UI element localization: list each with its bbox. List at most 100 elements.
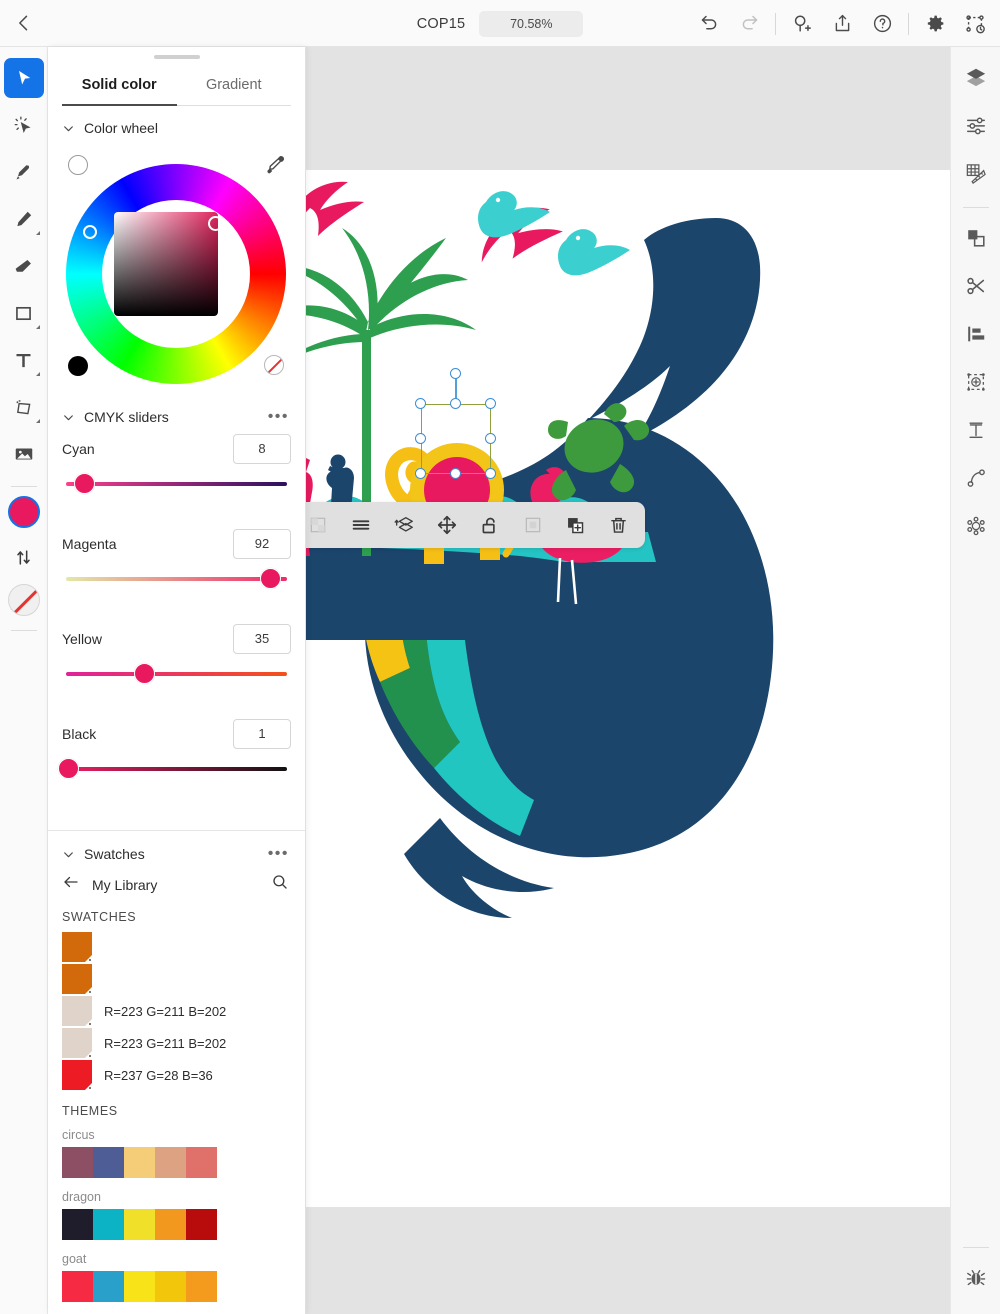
swatch-color-chip[interactable]: [62, 1028, 92, 1058]
rulers-grid-button[interactable]: [956, 153, 996, 193]
settings-button[interactable]: [916, 5, 954, 43]
color-wheel-control[interactable]: [48, 144, 305, 394]
theme-color-chip[interactable]: [62, 1271, 93, 1302]
cmyk-more-options-icon[interactable]: •••: [268, 408, 289, 426]
arrange-button[interactable]: [383, 505, 424, 546]
swatch-item[interactable]: [48, 964, 305, 994]
tab-solid-color[interactable]: Solid color: [62, 67, 177, 106]
swatches-section-header[interactable]: Swatches •••: [48, 831, 305, 871]
redo-button[interactable]: [730, 5, 768, 43]
slider-knob[interactable]: [133, 663, 155, 684]
theme-color-chip[interactable]: [155, 1147, 186, 1178]
theme-color-chip[interactable]: [93, 1147, 124, 1178]
slider-track-area[interactable]: [62, 663, 291, 685]
shape-tool[interactable]: [4, 293, 44, 333]
slider-track-area[interactable]: [62, 568, 291, 590]
swatches-more-options-icon[interactable]: •••: [268, 845, 289, 863]
handle-bottom-left[interactable]: [415, 468, 426, 479]
swatch-item[interactable]: R=237 G=28 B=36: [48, 1060, 305, 1090]
theme-color-chip[interactable]: [62, 1209, 93, 1240]
theme-color-chip[interactable]: [124, 1147, 155, 1178]
swatch-color-chip[interactable]: [62, 932, 92, 962]
black-swatch-button[interactable]: [68, 356, 88, 376]
slider-knob[interactable]: [58, 758, 80, 779]
handle-middle-left[interactable]: [415, 433, 426, 444]
theme-color-chip[interactable]: [93, 1271, 124, 1302]
type-tool[interactable]: [4, 340, 44, 380]
handle-bottom-right[interactable]: [485, 468, 496, 479]
arrange-panel-button[interactable]: [956, 218, 996, 258]
text-style-panel-button[interactable]: [956, 410, 996, 450]
document-title[interactable]: COP15: [417, 16, 466, 32]
slider-track-area[interactable]: [58, 758, 291, 780]
handle-top-center[interactable]: [450, 398, 461, 409]
swatch-item[interactable]: R=223 G=211 B=202: [48, 996, 305, 1026]
library-breadcrumb[interactable]: My Library: [48, 871, 305, 898]
stroke-none-chip[interactable]: [7, 584, 40, 616]
rotation-handle[interactable]: [450, 368, 461, 379]
slider-track-area[interactable]: [62, 473, 291, 495]
theme-color-chip[interactable]: [124, 1209, 155, 1240]
path-edit-panel-button[interactable]: [956, 458, 996, 498]
handle-middle-right[interactable]: [485, 433, 496, 444]
invite-collaborator-button[interactable]: [783, 5, 821, 43]
transform-tool[interactable]: [4, 387, 44, 427]
fill-color-chip[interactable]: [7, 496, 40, 528]
duplicate-button[interactable]: [555, 505, 596, 546]
debug-tool-button[interactable]: [956, 1258, 996, 1298]
swatch-item[interactable]: R=223 G=211 B=202: [48, 1028, 305, 1058]
repeat-tool-button[interactable]: [956, 362, 996, 402]
layers-panel-button[interactable]: [956, 57, 996, 97]
theme-color-chip[interactable]: [155, 1271, 186, 1302]
delete-button[interactable]: [598, 505, 639, 546]
sv-selection-cursor[interactable]: [208, 216, 223, 231]
swap-fill-stroke-button[interactable]: [4, 537, 44, 577]
zoom-level-display[interactable]: 70.58%: [479, 10, 584, 37]
place-image-tool[interactable]: [4, 434, 44, 474]
lock-button[interactable]: [469, 505, 510, 546]
theme-color-chip[interactable]: [93, 1209, 124, 1240]
share-button[interactable]: [823, 5, 861, 43]
slider-value-input[interactable]: 1: [233, 719, 291, 749]
undo-button[interactable]: [690, 5, 728, 43]
slider-track[interactable]: [66, 577, 287, 581]
panel-grabber[interactable]: [153, 55, 200, 59]
tab-gradient[interactable]: Gradient: [176, 67, 291, 106]
theme-color-chip[interactable]: [186, 1271, 217, 1302]
effects-panel-button[interactable]: [956, 506, 996, 546]
slider-track[interactable]: [66, 672, 287, 676]
handle-top-right[interactable]: [485, 398, 496, 409]
theme-color-chip[interactable]: [62, 1147, 93, 1178]
properties-panel-button[interactable]: [956, 105, 996, 145]
slider-track[interactable]: [66, 482, 287, 486]
pencil-tool[interactable]: [4, 199, 44, 239]
slider-value-input[interactable]: 8: [233, 434, 291, 464]
swatch-color-chip[interactable]: [62, 1060, 92, 1090]
group-button[interactable]: [512, 505, 553, 546]
theme-color-chip[interactable]: [155, 1209, 186, 1240]
handle-top-left[interactable]: [415, 398, 426, 409]
select-tool[interactable]: [3, 58, 44, 98]
saturation-value-square[interactable]: [114, 212, 218, 316]
eraser-tool[interactable]: [4, 246, 44, 286]
slider-value-input[interactable]: 92: [233, 529, 291, 559]
theme-color-chip[interactable]: [124, 1271, 155, 1302]
help-button[interactable]: [863, 5, 901, 43]
slider-knob[interactable]: [260, 568, 282, 589]
cut-tool-button[interactable]: [956, 266, 996, 306]
slider-track[interactable]: [66, 767, 287, 771]
back-button[interactable]: [0, 0, 48, 47]
slider-knob[interactable]: [73, 473, 95, 494]
slider-value-input[interactable]: 35: [233, 624, 291, 654]
swatch-color-chip[interactable]: [62, 996, 92, 1026]
color-wheel-section-header[interactable]: Color wheel: [48, 106, 305, 144]
swatch-item[interactable]: [48, 932, 305, 962]
align-panel-button[interactable]: [956, 314, 996, 354]
white-swatch-button[interactable]: [68, 155, 88, 175]
hue-selection-cursor[interactable]: [83, 225, 97, 239]
handle-bottom-center[interactable]: [450, 468, 461, 479]
touch-select-tool[interactable]: [4, 105, 44, 145]
cmyk-section-header[interactable]: CMYK sliders •••: [48, 394, 305, 434]
move-button[interactable]: [426, 505, 467, 546]
selection-bounding-box[interactable]: [421, 404, 491, 474]
